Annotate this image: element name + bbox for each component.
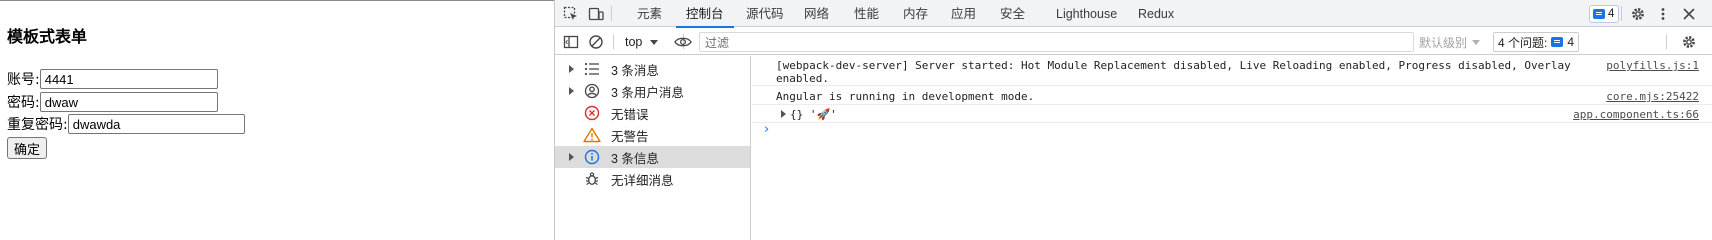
account-label: 账号: — [7, 72, 40, 88]
filter-placeholder: 过滤 — [705, 35, 730, 50]
bug-icon — [583, 170, 601, 188]
sidebar-item-label: 3 条用户消息 — [611, 85, 684, 100]
console-message-text: {} '🚀' — [790, 108, 837, 121]
sidebar-item-user-messages[interactable]: 3 条用户消息 — [555, 80, 750, 102]
issues-label: 4 个问题: — [1498, 35, 1548, 50]
console-sidebar: 3 条消息 3 条用户消息 无错误 无警告 3 条信息 无详细消息 — [555, 56, 751, 240]
console-message-source-link[interactable]: core.mjs:25422 — [1606, 90, 1699, 103]
sidebar-item-warnings[interactable]: 无警告 — [555, 124, 750, 146]
tab-lighthouse[interactable]: Lighthouse — [1054, 0, 1119, 27]
console-message[interactable]: {} '🚀' app.component.ts:66 — [752, 105, 1712, 123]
issues-count: 4 — [1567, 35, 1575, 49]
sidebar-item-errors[interactable]: 无错误 — [555, 102, 750, 124]
account-input[interactable] — [39, 69, 218, 89]
tab-memory[interactable]: 内存 — [901, 0, 930, 27]
console-message-text: Angular is running in development mode. — [776, 90, 1035, 103]
context-selector-label: top — [625, 35, 643, 49]
tabbar-divider — [1621, 6, 1622, 21]
repeat-password-row: 重复密码: — [7, 114, 245, 134]
inspect-element-icon[interactable] — [561, 4, 581, 24]
user-icon — [583, 82, 601, 100]
console-toolbar: top 过滤 默认级别 4 个问题: 4 — [555, 28, 1712, 55]
console-settings-gear-icon[interactable] — [1679, 32, 1699, 52]
settings-gear-icon[interactable] — [1628, 4, 1648, 24]
context-selector[interactable]: top — [625, 32, 659, 52]
repeat-password-input[interactable] — [67, 114, 245, 134]
sidebar-item-messages[interactable]: 3 条消息 — [555, 58, 750, 80]
toolbar-divider — [613, 34, 614, 49]
tab-console[interactable]: 控制台 — [676, 0, 733, 28]
issues-flag-icon — [1593, 9, 1605, 19]
tabbar-divider — [611, 6, 612, 21]
issues-badge-count: 4 — [1608, 8, 1615, 20]
toolbar-divider — [1666, 34, 1667, 49]
console-prompt-chevron-icon[interactable]: › — [764, 122, 769, 137]
sidebar-item-label: 3 条信息 — [611, 151, 659, 166]
warning-icon — [583, 126, 601, 144]
sidebar-item-label: 无错误 — [611, 107, 649, 122]
console-message-source-link[interactable]: app.component.ts:66 — [1573, 108, 1699, 121]
log-levels-dropdown[interactable]: 默认级别 — [1419, 33, 1481, 51]
expand-arrow-icon[interactable] — [569, 65, 574, 73]
sidebar-item-label: 无详细消息 — [611, 173, 674, 188]
close-devtools-icon[interactable] — [1679, 4, 1699, 24]
list-icon — [583, 60, 601, 78]
expand-arrow-icon[interactable] — [569, 87, 574, 95]
tab-sources[interactable]: 源代码 — [744, 0, 786, 27]
expand-object-arrow-icon[interactable] — [781, 110, 786, 118]
info-icon — [583, 148, 601, 166]
more-options-icon[interactable] — [1653, 4, 1673, 24]
issues-badge[interactable]: 4 — [1589, 5, 1620, 23]
filter-input[interactable]: 过滤 — [699, 32, 1414, 52]
sidebar-item-label: 3 条消息 — [611, 63, 659, 78]
password-row: 密码: — [7, 92, 218, 112]
account-row: 账号: — [7, 69, 218, 89]
password-input[interactable] — [39, 92, 218, 112]
device-toolbar-icon[interactable] — [586, 4, 606, 24]
clear-console-icon[interactable] — [586, 32, 606, 52]
devtools-tabbar: 元素 控制台 源代码 网络 性能 内存 应用 安全 Lighthouse Red… — [555, 0, 1712, 28]
live-expression-eye-icon[interactable] — [673, 32, 693, 52]
tab-application[interactable]: 应用 — [949, 0, 978, 27]
console-message-source-link[interactable]: polyfills.js:1 — [1606, 59, 1699, 72]
sidebar-item-label: 无警告 — [611, 129, 649, 144]
issues-flag-icon — [1551, 37, 1564, 47]
confirm-button[interactable]: 确定 — [7, 137, 48, 159]
console-messages: [webpack-dev-server] Server started: Hot… — [752, 56, 1712, 240]
log-levels-label: 默认级别 — [1419, 35, 1468, 50]
console-message: [webpack-dev-server] Server started: Hot… — [752, 56, 1712, 86]
chevron-down-icon — [650, 39, 659, 45]
console-message-text: [webpack-dev-server] Server started: Hot… — [776, 59, 1571, 85]
tab-performance[interactable]: 性能 — [852, 0, 881, 27]
sidebar-item-info[interactable]: 3 条信息 — [555, 146, 750, 168]
devtools-panel: 元素 控制台 源代码 网络 性能 内存 应用 安全 Lighthouse Red… — [554, 0, 1712, 240]
console-message: Angular is running in development mode. … — [752, 86, 1712, 105]
chevron-down-icon — [1472, 39, 1481, 45]
tab-network[interactable]: 网络 — [802, 0, 831, 27]
tab-redux[interactable]: Redux — [1136, 0, 1176, 27]
password-label: 密码: — [7, 95, 40, 111]
issues-button[interactable]: 4 个问题: 4 — [1493, 32, 1580, 52]
tab-security[interactable]: 安全 — [998, 0, 1027, 27]
app-page: 模板式表单 账号: 密码: 重复密码: 确定 — [0, 0, 554, 240]
error-icon — [583, 104, 601, 122]
tab-elements[interactable]: 元素 — [635, 0, 664, 27]
browser-viewport: 模板式表单 账号: 密码: 重复密码: 确定 元素 控制台 源代码 — [0, 0, 1712, 240]
expand-arrow-icon[interactable] — [569, 153, 574, 161]
sidebar-item-verbose[interactable]: 无详细消息 — [555, 168, 750, 190]
page-title: 模板式表单 — [7, 27, 88, 46]
repeat-password-label: 重复密码: — [7, 117, 68, 133]
sidebar-toggle-icon[interactable] — [561, 32, 581, 52]
